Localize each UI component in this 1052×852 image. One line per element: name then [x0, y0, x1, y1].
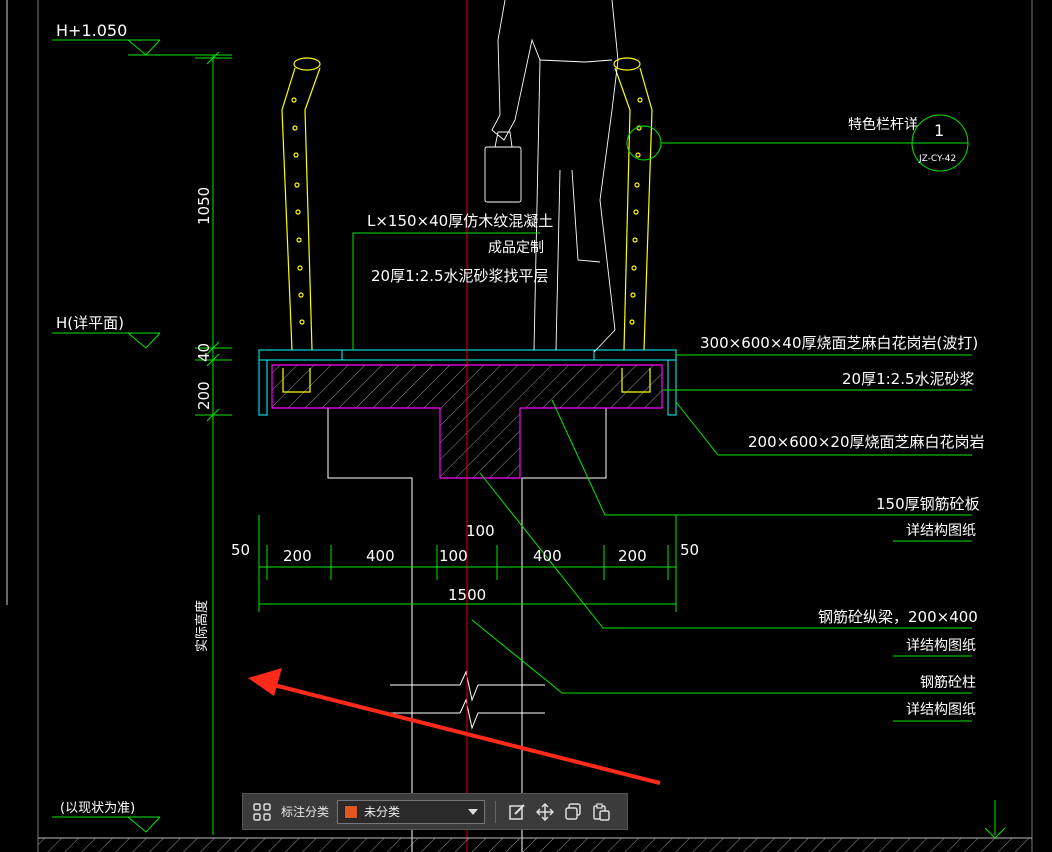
level-marker-top: [52, 39, 232, 56]
note-wood-line1: L×150×40厚仿木纹混凝土: [367, 212, 553, 230]
dimension-40: 40: [195, 343, 213, 362]
vertical-dimension-line: [195, 51, 232, 835]
level-marker-bottom: [52, 816, 161, 833]
ground-hatch: [38, 838, 1032, 852]
dim-h-400-left: 400: [366, 547, 395, 565]
callout-title: 特色栏杆详: [848, 116, 918, 133]
railing-left: [281, 57, 321, 393]
dim-h-200-left: 200: [283, 547, 312, 565]
dim-h-400-right: 400: [533, 547, 562, 565]
note-granite-top: 300×600×40厚烧面芝麻白花岗岩(波打): [700, 334, 978, 352]
human-figure: [484, 0, 619, 353]
note-granite-side: 200×600×20厚烧面芝麻白花岗岩: [748, 433, 985, 451]
dimension-200: 200: [195, 381, 213, 410]
edit-icon[interactable]: [506, 801, 528, 823]
callout-number: 1: [934, 121, 944, 140]
category-label: 标注分类: [281, 805, 330, 819]
category-value: 未分类: [364, 805, 401, 819]
dim-h-total: 1500: [448, 586, 486, 604]
chevron-down-icon: [468, 808, 479, 815]
note-slab-line2: 详结构图纸: [906, 523, 976, 539]
category-color-swatch: [344, 804, 359, 819]
dim-h-100-top: 100: [466, 522, 495, 540]
level-label-middle: H(详平面): [56, 314, 124, 332]
move-icon[interactable]: [534, 801, 556, 823]
note-beam-line2: 详结构图纸: [906, 638, 976, 654]
dimension-actual-height: 实际高度: [194, 600, 210, 652]
annotation-toolbar: 标注分类 未分类: [242, 793, 628, 830]
paste-icon[interactable]: [590, 801, 612, 823]
level-label-top: H+1.050: [56, 21, 127, 40]
cad-drawing-canvas[interactable]: H+1.050 H(详平面) (以现状为准) 1050 200 40 实际高度: [0, 0, 1052, 852]
note-column-line1: 钢筋砼柱: [920, 674, 976, 691]
dim-h-200-right: 200: [618, 547, 647, 565]
grid-icon[interactable]: [251, 801, 273, 823]
toolbar-divider: [495, 800, 497, 823]
dim-h-50-right: 50: [680, 541, 699, 559]
note-beam-line1: 钢筋砼纵梁，200×400: [818, 608, 978, 626]
corner-marker-right: [984, 800, 1006, 839]
callout-ref: JZ-CY-42: [918, 154, 956, 164]
category-select[interactable]: 未分类: [337, 799, 486, 824]
note-column-line2: 详结构图纸: [906, 702, 976, 718]
dimension-1050: 1050: [195, 187, 213, 225]
level-label-bottom: (以现状为准): [60, 801, 135, 816]
note-slab-line1: 150厚钢筋砼板: [876, 495, 980, 513]
note-wood-line3: 20厚1:2.5水泥砂浆找平层: [371, 267, 549, 285]
copy-icon[interactable]: [562, 801, 584, 823]
railing-right: [613, 57, 653, 393]
note-mortar: 20厚1:2.5水泥砂浆: [842, 370, 975, 388]
level-marker-middle: [52, 332, 161, 349]
dim-h-100: 100: [439, 547, 468, 565]
note-wood-line2: 成品定制: [488, 240, 544, 256]
dim-h-50-left: 50: [231, 541, 250, 559]
